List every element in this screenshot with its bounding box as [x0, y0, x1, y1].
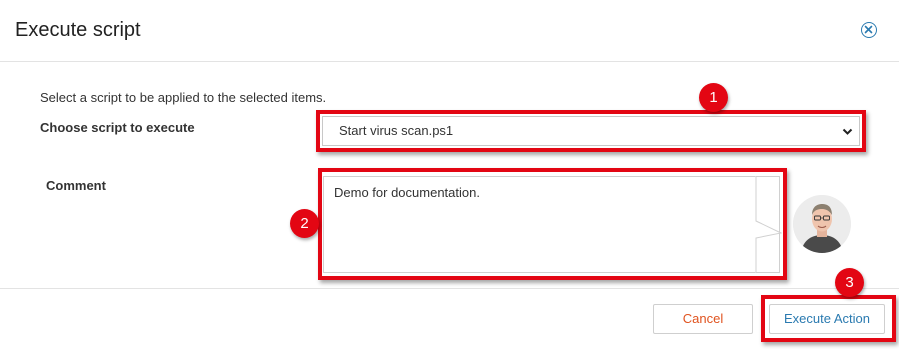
callout-box-2 — [318, 168, 787, 280]
script-label: Choose script to execute — [40, 120, 195, 135]
callout-badge-2: 2 — [290, 209, 319, 238]
dialog-title: Execute script — [15, 19, 141, 41]
close-button[interactable] — [861, 22, 877, 38]
callout-box-1 — [316, 110, 866, 152]
callout-badge-1: 1 — [699, 83, 728, 112]
callout-badge-3: 3 — [835, 268, 864, 297]
header-divider — [0, 61, 899, 62]
cancel-button[interactable]: Cancel — [653, 304, 753, 334]
callout-box-3 — [761, 295, 896, 342]
intro-text: Select a script to be applied to the sel… — [40, 90, 327, 105]
close-icon — [864, 25, 873, 34]
footer-divider — [0, 288, 899, 289]
comment-label: Comment — [46, 178, 106, 193]
user-avatar — [793, 195, 851, 253]
